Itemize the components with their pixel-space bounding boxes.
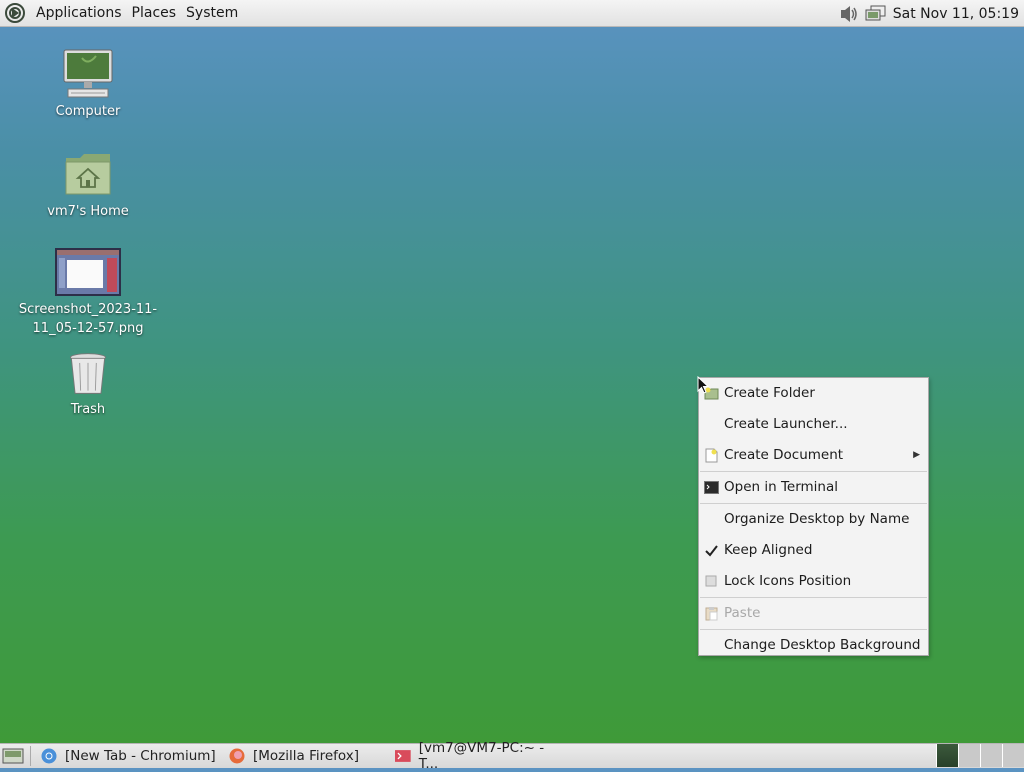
desktop-icon-home[interactable]: vm7's Home — [18, 148, 158, 221]
submenu-arrow-icon: ▶ — [913, 450, 920, 460]
desktop-icon-trash[interactable]: Trash — [18, 350, 158, 419]
menu-item-paste: Paste — [699, 598, 928, 629]
menu-item-label: Keep Aligned — [724, 542, 813, 558]
menu-item-label: Open in Terminal — [724, 479, 838, 495]
system-menu[interactable]: System — [181, 0, 243, 27]
menu-item-change-background[interactable]: Change Desktop Background — [699, 630, 928, 661]
trash-icon — [70, 353, 106, 394]
tray: Sat Nov 11, 05:19 — [839, 0, 1024, 27]
show-desktop-icon[interactable] — [2, 747, 24, 765]
menu-item-keep-aligned[interactable]: Keep Aligned — [699, 535, 928, 566]
taskbar-item-label: [Mozilla Firefox] — [253, 748, 360, 764]
menu-item-label: Paste — [724, 605, 761, 621]
paste-icon — [705, 607, 718, 621]
checkbox-icon — [705, 575, 717, 587]
menu-item-lock-icons[interactable]: Lock Icons Position — [699, 566, 928, 597]
workspace-4[interactable] — [1002, 744, 1024, 767]
document-new-icon — [705, 448, 718, 463]
computer-icon — [63, 49, 113, 98]
panel-separator — [30, 746, 31, 766]
menu-item-label: Create Launcher... — [724, 416, 848, 432]
menu-item-create-folder[interactable]: Create Folder — [699, 378, 928, 409]
desktop-icon-label-line: Screenshot_2023-11- — [18, 302, 158, 317]
desktop-icon-label: Trash — [70, 402, 106, 417]
home-folder-icon — [65, 154, 111, 195]
desktop-icon-computer[interactable]: Computer — [18, 48, 158, 121]
mate-logo-icon[interactable] — [5, 3, 25, 23]
menu-item-label: Organize Desktop by Name — [724, 511, 910, 527]
terminal-icon — [395, 750, 411, 762]
bottom-panel: [New Tab - Chromium] [Mozilla Firefox] [… — [0, 740, 1024, 772]
menu-item-create-document[interactable]: Create Document ▶ — [699, 440, 928, 471]
workspace-2[interactable] — [958, 744, 980, 767]
desktop-icon-label: Computer — [55, 104, 121, 119]
taskbar-item-firefox[interactable]: [Mozilla Firefox] — [225, 744, 391, 769]
taskbar-item-terminal[interactable]: [vm7@VM7-PC:~ - T... — [391, 740, 569, 772]
clock[interactable]: Sat Nov 11, 05:19 — [893, 6, 1019, 22]
workspace-1[interactable] — [936, 744, 958, 767]
workspace-switcher — [936, 744, 1024, 769]
desktop-icon-screenshot[interactable]: Screenshot_2023-11- 11_05-12-57.png — [18, 246, 158, 338]
chromium-icon — [41, 748, 57, 764]
desktop-icon-label-line: 11_05-12-57.png — [32, 321, 144, 336]
terminal-icon — [704, 481, 719, 494]
menu-item-label: Create Folder — [724, 385, 815, 401]
menu-item-open-terminal[interactable]: Open in Terminal — [699, 472, 928, 503]
desktop-icon-label: Screenshot_2023-11- 11_05-12-57.png — [18, 300, 158, 338]
menu-item-organize-by-name[interactable]: Organize Desktop by Name — [699, 504, 928, 535]
menu-item-create-launcher[interactable]: Create Launcher... — [699, 409, 928, 440]
taskbar-item-label: [New Tab - Chromium] — [65, 748, 216, 764]
checkmark-icon — [705, 545, 718, 557]
workspace-3[interactable] — [980, 744, 1002, 767]
desktop-icon-label: vm7's Home — [47, 204, 129, 219]
menu-item-label: Lock Icons Position — [724, 573, 852, 589]
image-thumbnail-icon — [55, 248, 121, 296]
volume-icon[interactable] — [839, 5, 859, 23]
menu-item-label: Change Desktop Background — [724, 637, 921, 653]
taskbar-item-chromium[interactable]: [New Tab - Chromium] — [37, 744, 225, 769]
network-icon[interactable] — [865, 5, 887, 23]
taskbar-item-label: [vm7@VM7-PC:~ - T... — [418, 740, 545, 772]
menu-item-label: Create Document — [724, 447, 844, 463]
places-menu[interactable]: Places — [127, 0, 182, 27]
top-panel: Applications Places System Sat Nov 11, 0… — [0, 0, 1024, 27]
desktop-context-menu: Create Folder Create Launcher... Create … — [698, 377, 929, 656]
firefox-icon — [229, 748, 245, 764]
mouse-cursor-icon — [697, 376, 709, 394]
applications-menu[interactable]: Applications — [31, 0, 127, 27]
